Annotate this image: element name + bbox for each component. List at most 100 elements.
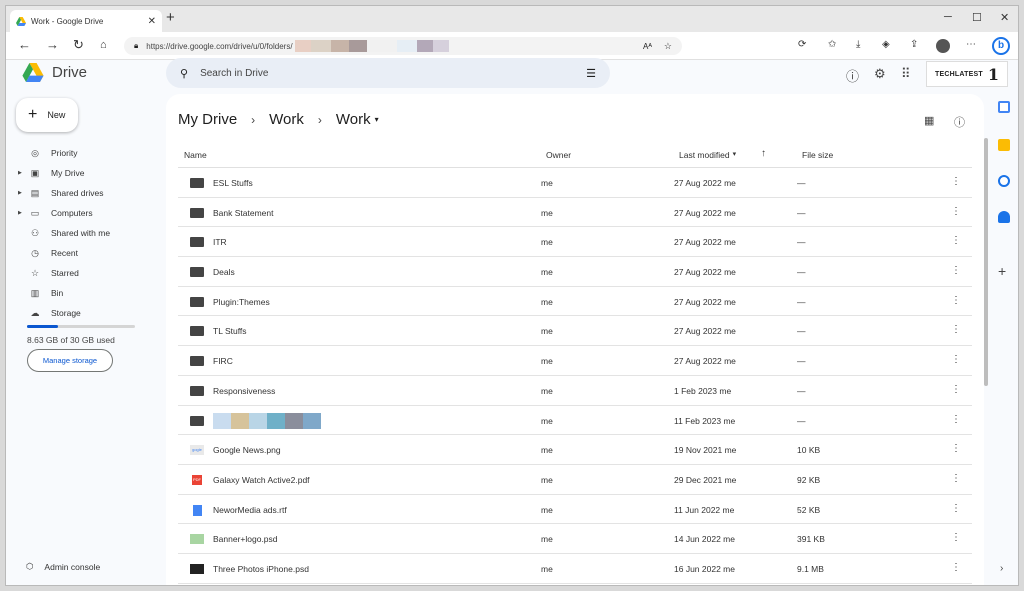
more-actions-icon[interactable]: ⋮ — [951, 206, 961, 217]
more-actions-icon[interactable]: ⋮ — [951, 503, 961, 514]
grid-view-icon[interactable]: ▦ — [924, 114, 934, 127]
table-row[interactable]: FIRC me 27 Aug 2022 me — ⋮ — [178, 346, 972, 376]
file-name: Bank Statement — [213, 207, 274, 218]
sidebar-item-shared-with-me[interactable]: ⚇ Shared with me — [16, 223, 144, 243]
downloads-icon[interactable]: ⤓ — [856, 39, 860, 50]
table-row[interactable]: Three Photos iPhone.psd me 16 Jun 2022 me 9… — [178, 554, 972, 584]
breadcrumb-current[interactable]: Work ▾ — [336, 111, 379, 128]
column-name[interactable]: Name — [184, 150, 207, 160]
more-actions-icon[interactable]: ⋮ — [951, 532, 961, 543]
favorite-icon[interactable]: ☆ — [664, 41, 672, 52]
search-icon[interactable]: ⚲ — [180, 67, 188, 80]
sidebar-item-computers[interactable]: ▶ ▭ Computers — [16, 203, 144, 223]
breadcrumb-work[interactable]: Work — [269, 111, 304, 128]
file-size: — — [797, 207, 806, 218]
column-last-modified[interactable]: Last modified ▾ — [679, 150, 736, 160]
apps-grid-icon[interactable]: ⠿ — [901, 66, 911, 82]
share-icon[interactable]: ⇪ — [910, 39, 918, 50]
admin-console-link[interactable]: ⬡ Admin console — [26, 561, 100, 572]
table-row[interactable]: PDF Galaxy Watch Active2.pdf me 29 Dec 2021… — [178, 465, 972, 495]
more-actions-icon[interactable]: ⋮ — [951, 562, 961, 573]
sidebar-item-recent[interactable]: ◷ Recent — [16, 243, 144, 263]
file-size: — — [797, 326, 806, 337]
address-bar: ← → ↻ ⌂ 🔒︎ https://drive.google.com/driv… — [6, 32, 1018, 60]
sidebar-item-starred[interactable]: ☆ Starred — [16, 263, 144, 283]
forward-icon[interactable]: → — [46, 38, 59, 52]
add-addon-icon[interactable]: + — [998, 263, 1006, 279]
more-actions-icon[interactable]: ⋮ — [951, 295, 961, 306]
table-row[interactable]: ESL Stuffs me 27 Aug 2022 me — ⋮ — [178, 168, 972, 198]
contacts-icon[interactable] — [998, 211, 1010, 223]
bing-icon[interactable]: b — [992, 37, 1010, 55]
drive-logo[interactable]: Drive — [22, 63, 87, 82]
new-button[interactable]: + New — [16, 98, 78, 132]
expand-caret-icon[interactable]: ▶ — [18, 210, 22, 216]
home-icon[interactable]: ⌂ — [100, 38, 107, 52]
minimize-icon[interactable]: ─ — [944, 11, 952, 23]
search-input[interactable]: Search in Drive — [200, 68, 574, 79]
more-actions-icon[interactable]: ⋮ — [951, 384, 961, 395]
details-info-icon[interactable]: ⓘ — [954, 114, 965, 130]
table-row[interactable]: Responsiveness me 1 Feb 2023 me — ⋮ — [178, 376, 972, 406]
sort-direction-arrow-icon[interactable]: ↑ — [761, 148, 766, 159]
help-icon[interactable]: ⓘ — [846, 66, 859, 85]
table-row[interactable]: Bank Statement me 27 Aug 2022 me — ⋮ — [178, 198, 972, 228]
profile-avatar[interactable] — [936, 39, 950, 53]
collections-icon[interactable]: ◈ — [882, 39, 890, 50]
back-icon[interactable]: ← — [18, 38, 31, 52]
keep-icon[interactable] — [998, 139, 1010, 151]
tasks-icon[interactable] — [998, 175, 1010, 187]
close-tab-icon[interactable]: ✕ — [148, 16, 156, 27]
table-row[interactable]: Banner+logo.psd me 14 Jun 2022 me 391 KB ⋮ — [178, 524, 972, 554]
manage-storage-button[interactable]: Manage storage — [27, 349, 113, 372]
table-row[interactable]: me 11 Feb 2023 me — ⋮ — [178, 406, 972, 436]
table-row[interactable]: ITR me 27 Aug 2022 me — ⋮ — [178, 227, 972, 258]
new-tab-button[interactable]: + — [166, 10, 175, 26]
scrollbar[interactable] — [984, 138, 988, 386]
file-size: — — [797, 237, 806, 248]
expand-panel-icon[interactable]: › — [1000, 563, 1003, 574]
more-actions-icon[interactable]: ⋮ — [951, 265, 961, 276]
sidebar-item-my-drive[interactable]: ▶ ▣ My Drive — [16, 163, 144, 183]
more-actions-icon[interactable]: ⋮ — [951, 176, 961, 187]
column-owner[interactable]: Owner — [546, 150, 571, 160]
sidebar-item-storage[interactable]: ☁ Storage — [16, 303, 144, 323]
more-actions-icon[interactable]: ⋮ — [951, 473, 961, 484]
favorites-icon[interactable]: ✩ — [828, 39, 836, 50]
search-options-icon[interactable]: ☰ — [586, 67, 596, 80]
more-actions-icon[interactable]: ⋮ — [951, 354, 961, 365]
calendar-icon[interactable] — [998, 101, 1010, 113]
read-aloud-icon[interactable]: Aᴬ — [643, 42, 652, 51]
breadcrumb-my-drive[interactable]: My Drive — [178, 111, 237, 128]
table-row[interactable]: TL Stuffs me 27 Aug 2022 me — ⋮ — [178, 316, 972, 347]
search-bar[interactable]: ⚲ Search in Drive ☰ — [166, 58, 610, 88]
table-row[interactable]: gogle Google News.png me 19 Nov 2021 me 10 K… — [178, 435, 972, 465]
more-actions-icon[interactable]: ⋮ — [951, 443, 961, 454]
more-actions-icon[interactable]: ⋮ — [951, 414, 961, 425]
close-window-icon[interactable]: ✕ — [1000, 11, 1009, 24]
table-row[interactable]: Plugin:Themes me 27 Aug 2022 me — ⋮ — [178, 287, 972, 317]
more-menu-icon[interactable]: ⋯ — [966, 39, 976, 50]
refresh-icon[interactable]: ↻ — [73, 38, 84, 52]
url-field[interactable]: 🔒︎ https://drive.google.com/drive/u/0/fo… — [124, 37, 682, 55]
breadcrumb-separator-icon: › — [251, 112, 256, 127]
tab-title: Work - Google Drive — [31, 16, 104, 26]
file-last-modified: 27 Aug 2022 me — [674, 237, 736, 248]
more-actions-icon[interactable]: ⋮ — [951, 324, 961, 335]
sidebar-item-bin[interactable]: ▥ Bin — [16, 283, 144, 303]
column-file-size[interactable]: File size — [802, 150, 833, 160]
maximize-icon[interactable]: ☐ — [972, 11, 982, 24]
more-actions-icon[interactable]: ⋮ — [951, 235, 961, 246]
table-row[interactable]: NeworMedia ads.rtf me 11 Jun 2022 me 52 KB ⋮ — [178, 495, 972, 525]
account-brand[interactable]: TECHLATEST 1 — [926, 61, 1008, 87]
browser-tab[interactable]: Work - Google Drive ✕ — [10, 10, 162, 32]
file-name: Responsiveness — [213, 385, 276, 396]
settings-gear-icon[interactable]: ⚙ — [874, 66, 886, 82]
sidebar-item-priority[interactable]: ◎ Priority — [16, 143, 144, 163]
extension-icon[interactable]: ⟳ — [798, 39, 806, 50]
sidebar-item-shared-drives[interactable]: ▶ ▤ Shared drives — [16, 183, 144, 203]
expand-caret-icon[interactable]: ▶ — [18, 190, 22, 196]
table-row[interactable]: Deals me 27 Aug 2022 me — ⋮ — [178, 257, 972, 287]
expand-caret-icon[interactable]: ▶ — [18, 170, 22, 176]
file-owner: me — [541, 504, 553, 515]
